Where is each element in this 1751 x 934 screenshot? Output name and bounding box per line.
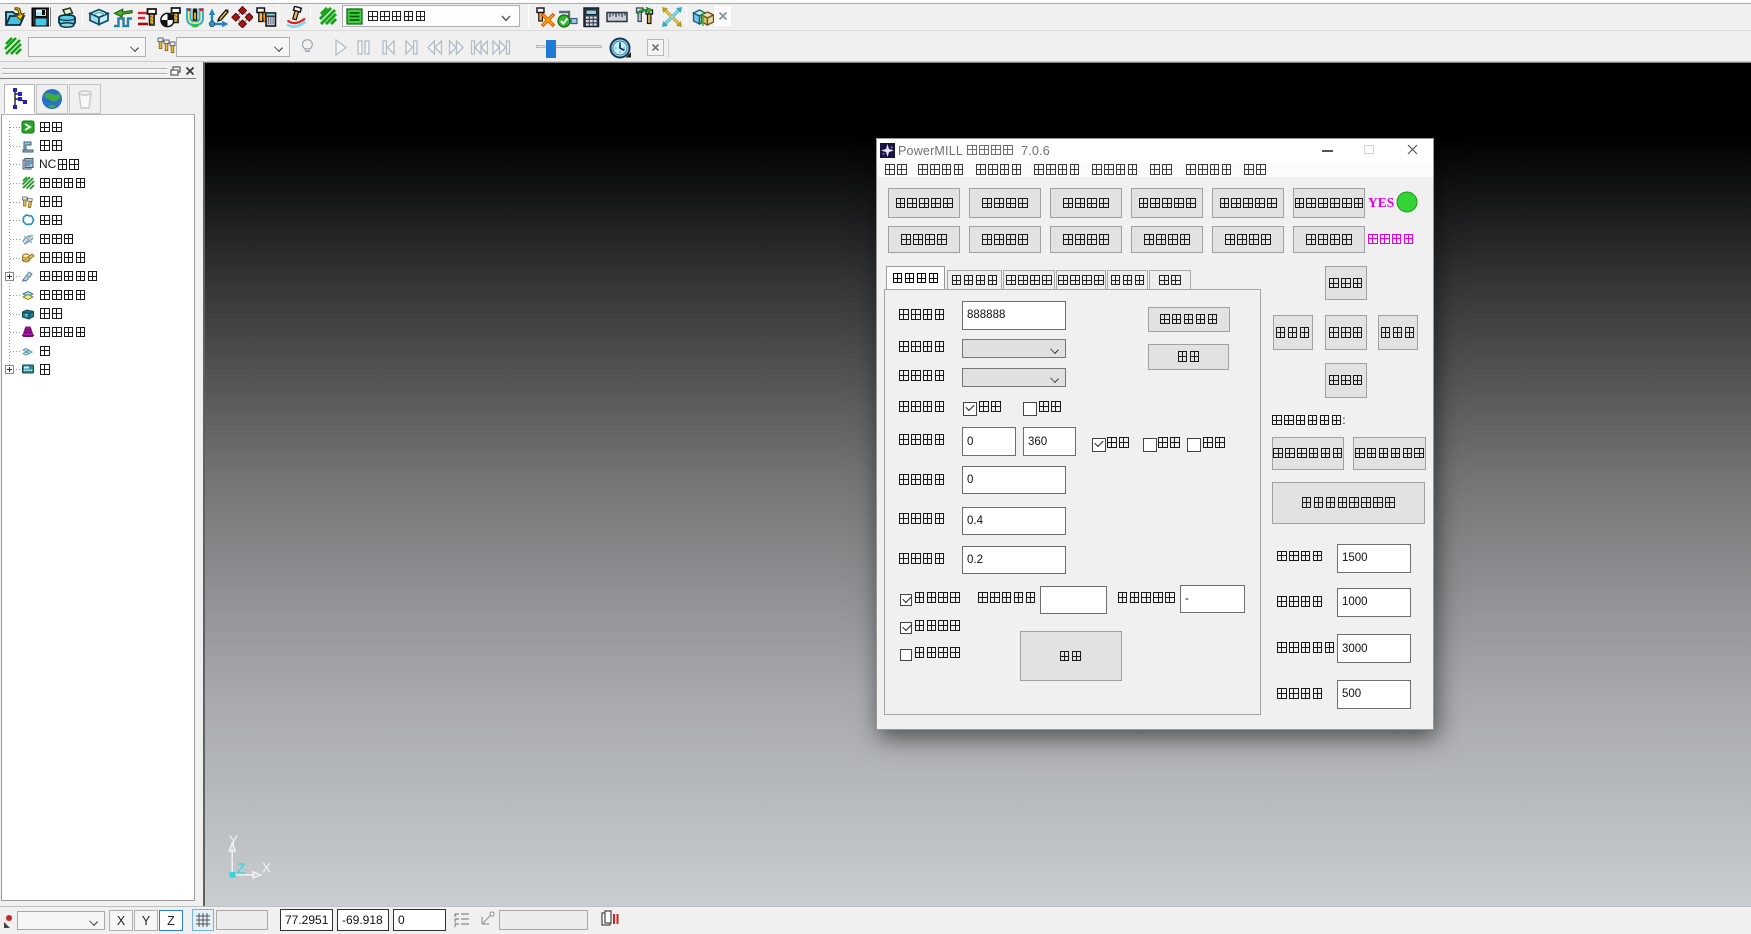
svg-text:X: X [262, 861, 271, 876]
svg-text:Y: Y [229, 833, 238, 848]
svg-text:Z: Z [237, 862, 246, 878]
